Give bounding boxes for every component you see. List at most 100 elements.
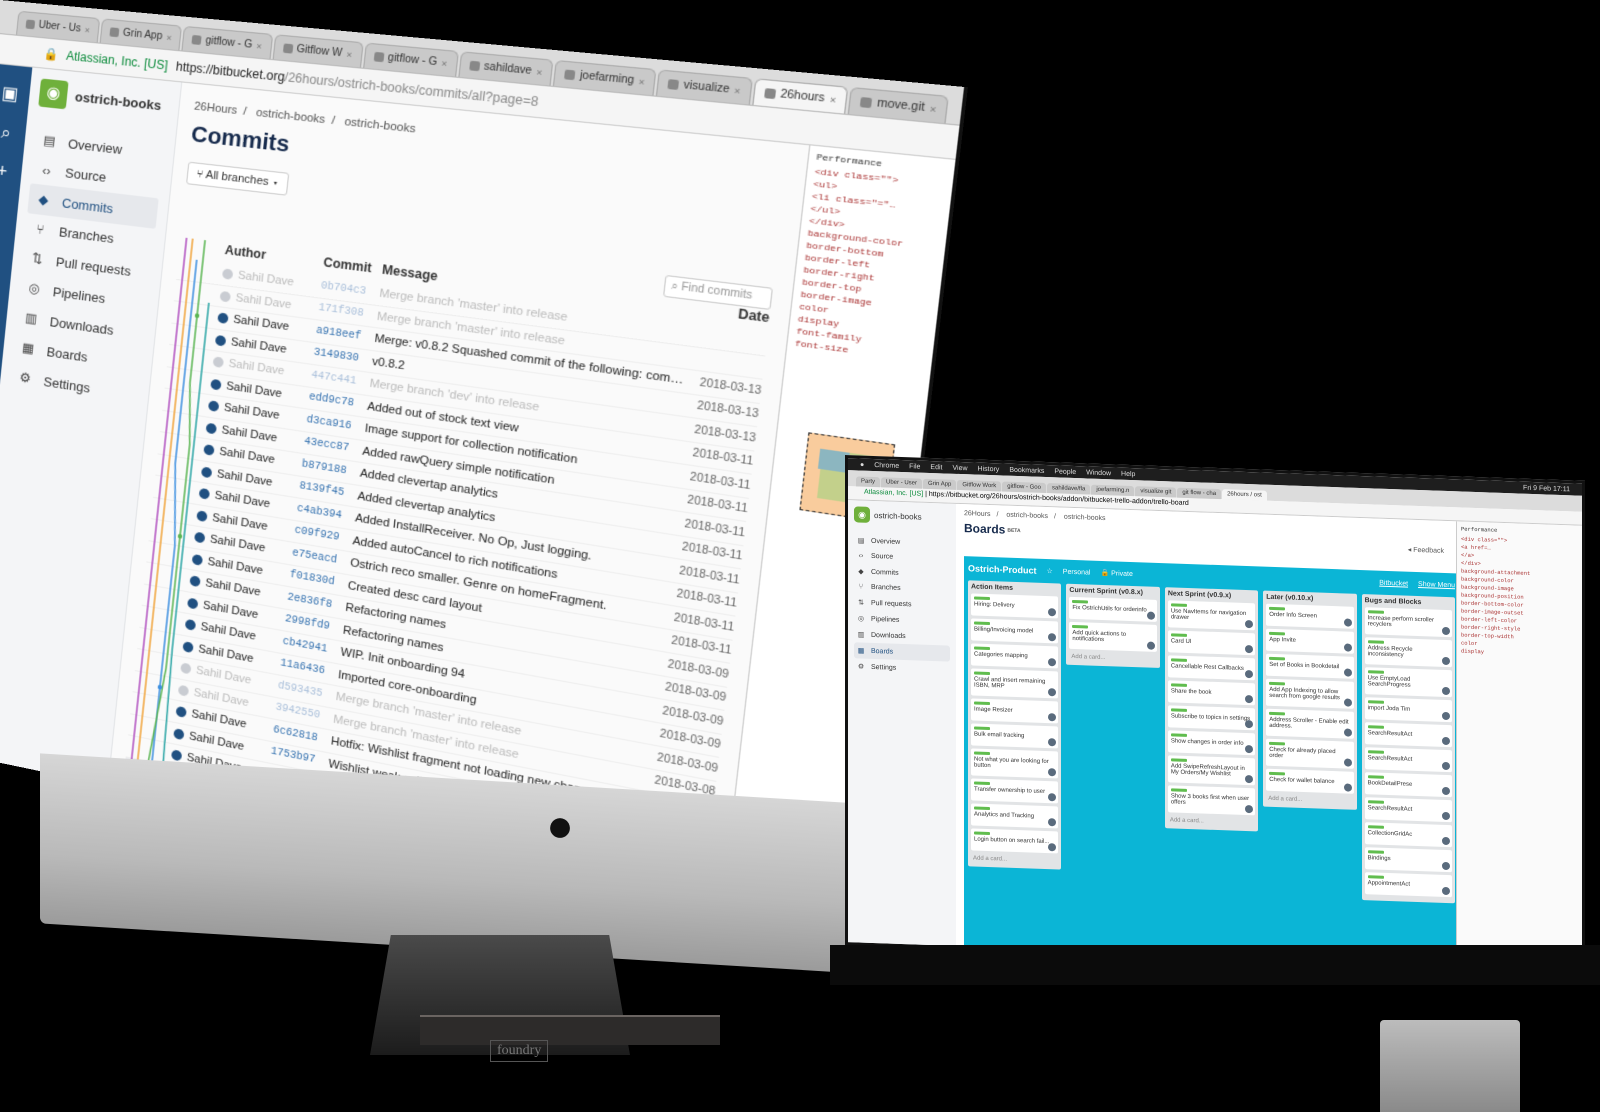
board-card[interactable]: Address Scroller - Enable edit address.: [1266, 708, 1354, 739]
browser-tab[interactable]: visualize git: [1135, 486, 1177, 498]
close-icon[interactable]: ×: [346, 49, 353, 60]
bitbucket-logo-icon[interactable]: ▣: [0, 81, 30, 106]
close-icon[interactable]: ×: [256, 40, 263, 51]
board-card[interactable]: Use NavItems for navigation drawer: [1167, 600, 1256, 631]
commit-hash-link[interactable]: 171f308: [318, 303, 378, 322]
commit-hash-link[interactable]: c4ab394: [296, 503, 355, 524]
breadcrumb-item[interactable]: 26Hours: [194, 100, 238, 117]
board-card[interactable]: Address Recycle inconsistency: [1364, 637, 1453, 668]
menubar-item[interactable]: File: [909, 463, 920, 470]
board-card[interactable]: BookDetailPrese: [1364, 772, 1453, 798]
browser-tab[interactable]: joefarming.n: [1091, 484, 1135, 497]
commit-hash-link[interactable]: edd9c78: [308, 392, 368, 412]
list-title[interactable]: Current Sprint (v0.8.x): [1069, 587, 1156, 597]
board-card[interactable]: Bulk email tracking: [971, 723, 1059, 749]
add-card-link[interactable]: Add a card...: [971, 853, 1058, 866]
list-title[interactable]: Bugs and Blocks: [1365, 597, 1452, 607]
close-icon[interactable]: ×: [734, 85, 742, 97]
menubar-item[interactable]: Window: [1086, 469, 1111, 477]
board-card[interactable]: Image Resizer: [971, 698, 1059, 724]
commit-hash-link[interactable]: c09f929: [294, 526, 353, 547]
sidebar-item-settings[interactable]: ⚙ Settings: [854, 658, 950, 677]
board-card[interactable]: App Invite: [1266, 628, 1354, 654]
devtools-tab-performance[interactable]: Performance: [1461, 526, 1584, 537]
board-card[interactable]: Crawl and insert remaining ISBN, MRP: [971, 668, 1059, 699]
commit-hash-link[interactable]: 43ecc87: [304, 437, 363, 457]
close-icon[interactable]: ×: [536, 66, 543, 77]
browser-tab[interactable]: Party: [856, 476, 881, 488]
board-card[interactable]: SearchResultAct: [1364, 722, 1453, 748]
close-icon[interactable]: ×: [829, 94, 837, 106]
breadcrumb-item[interactable]: 26Hours: [964, 510, 990, 518]
add-card-link[interactable]: Add a card...: [1266, 794, 1353, 807]
feedback-link[interactable]: ◂ Feedback: [1408, 546, 1444, 555]
commit-hash-link[interactable]: d3ca916: [306, 414, 365, 434]
board-card[interactable]: Add App Indexing to allow search from go…: [1266, 678, 1354, 709]
board-card[interactable]: Card UI: [1167, 630, 1256, 656]
commit-hash-link[interactable]: 447c441: [311, 370, 371, 390]
board-card[interactable]: Share the book: [1167, 680, 1256, 706]
menubar-item[interactable]: Edit: [930, 463, 942, 470]
star-icon[interactable]: ☆: [1047, 567, 1053, 575]
commit-hash-link[interactable]: 8139f45: [299, 481, 358, 502]
menubar-item[interactable]: History: [978, 465, 1000, 473]
menubar-item[interactable]: Chrome: [874, 462, 899, 470]
close-icon[interactable]: ×: [166, 32, 172, 43]
board-card[interactable]: Login button on search fail...: [971, 828, 1059, 854]
board-card[interactable]: Show changes in order info: [1167, 730, 1256, 756]
browser-tab[interactable]: 26hours / ost: [1222, 489, 1267, 501]
add-card-link[interactable]: Add a card...: [1069, 652, 1156, 665]
commit-hash-link[interactable]: 0b704c3: [320, 281, 380, 300]
browser-tab[interactable]: sahildave/fla: [1046, 483, 1091, 495]
board-name[interactable]: Ostrich-Product: [968, 563, 1037, 575]
board-visibility[interactable]: Personal: [1063, 568, 1091, 576]
menubar-item[interactable]: People: [1054, 468, 1076, 476]
browser-tab[interactable]: git flow - cha: [1177, 487, 1222, 500]
close-icon[interactable]: ×: [638, 76, 645, 88]
breadcrumb-item[interactable]: ostrich-books: [1006, 512, 1048, 520]
board-card[interactable]: Transfer ownership to user: [971, 778, 1059, 804]
board-card[interactable]: Fix OstrichUtils for orderinfo: [1069, 596, 1157, 622]
board-card[interactable]: SearchResultAct: [1364, 797, 1453, 823]
board-card[interactable]: Add SwipeRefreshLayout in My Orders/My W…: [1167, 755, 1256, 786]
browser-tab[interactable]: Grin App: [923, 478, 957, 490]
close-icon[interactable]: ×: [84, 24, 90, 35]
board-card[interactable]: Check for wallet balance: [1266, 768, 1354, 794]
board-card[interactable]: Not what you are looking for button: [971, 748, 1059, 779]
board-card[interactable]: Analytics and Tracking: [971, 803, 1059, 829]
board-card[interactable]: Check for already placed order: [1266, 738, 1354, 769]
board-card[interactable]: Show 3 books first when user offers: [1167, 785, 1256, 816]
board-card[interactable]: Cancellable Rest Callbacks: [1167, 655, 1256, 681]
browser-tab[interactable]: Uber - User: [881, 477, 923, 489]
menubar-item[interactable]: Bookmarks: [1009, 466, 1044, 474]
apple-menu-icon[interactable]: ●: [860, 461, 864, 468]
devtools-panel[interactable]: Performance <div class=""> <a href=… </a…: [1456, 521, 1585, 971]
list-title[interactable]: Next Sprint (v0.9.x): [1168, 590, 1255, 600]
add-card-link[interactable]: Add a card...: [1168, 815, 1255, 828]
breadcrumb-item[interactable]: ostrich-books: [1064, 514, 1106, 522]
close-icon[interactable]: ×: [929, 103, 937, 115]
board-card[interactable]: AppointmentAct: [1364, 872, 1453, 898]
board-card[interactable]: Categories mapping: [971, 643, 1059, 669]
board-card[interactable]: Set of Books in Bookdetail: [1266, 653, 1354, 679]
board-card[interactable]: SearchResultAct: [1364, 747, 1453, 773]
menubar-item[interactable]: View: [952, 464, 967, 472]
board-card[interactable]: Hiring: Delivery: [971, 593, 1059, 619]
board-card[interactable]: CollectionGridAc: [1364, 822, 1453, 848]
bitbucket-link[interactable]: Bitbucket: [1379, 579, 1408, 587]
repo-header[interactable]: ◉ ostrich-books: [38, 78, 170, 120]
board-card[interactable]: Increase perform scroller recyclers: [1364, 607, 1453, 638]
show-menu-button[interactable]: Show Menu: [1418, 581, 1455, 589]
branch-filter-dropdown[interactable]: ⑂ All branches ▾: [186, 161, 290, 196]
commit-hash-link[interactable]: b879188: [301, 459, 360, 479]
board-card[interactable]: Order Info Screen: [1266, 603, 1354, 629]
search-icon[interactable]: ⌕: [0, 120, 27, 145]
close-icon[interactable]: ×: [441, 58, 448, 69]
board-privacy[interactable]: 🔒 Private: [1100, 569, 1132, 578]
list-title[interactable]: Action Items: [971, 583, 1058, 593]
browser-tab[interactable]: Gitflow Work: [957, 479, 1002, 492]
board-card[interactable]: import Joda Tim: [1364, 697, 1453, 723]
breadcrumb-item[interactable]: ostrich-books: [344, 116, 416, 136]
list-title[interactable]: Later (v0.10.x): [1266, 594, 1353, 604]
board-card[interactable]: Billing/Invoicing model: [971, 618, 1059, 644]
